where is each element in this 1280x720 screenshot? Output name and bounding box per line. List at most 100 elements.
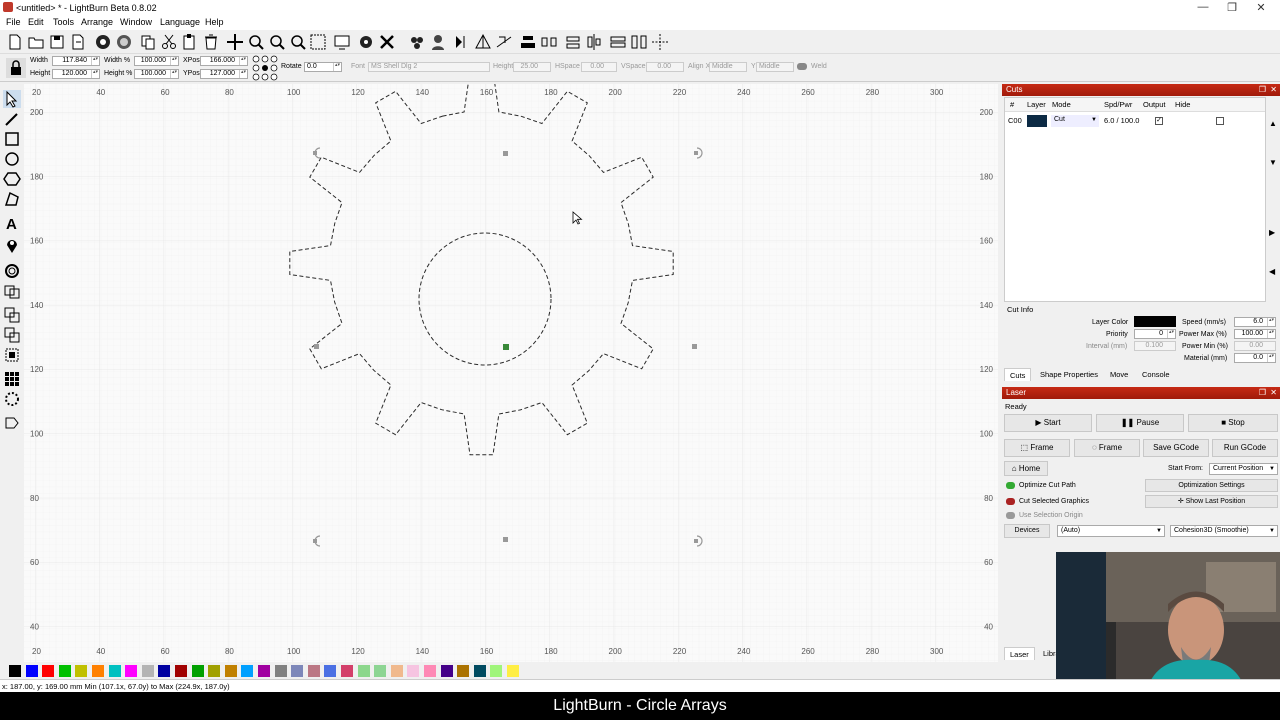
hide-checkbox[interactable] [1216,117,1224,125]
copy-icon[interactable] [139,33,157,51]
palette-swatch[interactable] [341,665,353,677]
frame-rect-button[interactable]: ⬚ Frame [1004,439,1070,457]
interval-input[interactable]: 0.100 [1134,341,1176,351]
line-tool-icon[interactable] [3,190,21,208]
group-icon[interactable] [408,33,426,51]
minimize-button[interactable]: — [1193,1,1213,13]
start-from-select[interactable]: Current Position ▼ [1209,463,1278,475]
palette-swatch[interactable] [291,665,304,677]
menu-file[interactable]: File [6,17,21,27]
home-button[interactable]: ⌂ Home [1004,461,1048,476]
menu-window[interactable]: Window [120,17,152,27]
stop-button[interactable]: ■ Stop [1188,414,1278,432]
palette-swatch[interactable] [241,665,254,677]
tab-console[interactable]: Console [1137,368,1175,381]
new-file-icon[interactable] [6,33,24,51]
select-arrow-icon[interactable] [3,90,21,108]
font-select[interactable]: MS Shell Dlg 2 [368,62,490,72]
material-input[interactable]: 0.0 ▴▾ [1234,353,1276,363]
float-icon[interactable]: ❐ [1259,387,1266,399]
palette-swatch[interactable] [258,665,270,677]
speed-input[interactable]: 6.0 ▴▾ [1234,317,1276,327]
export-icon[interactable] [115,33,133,51]
font-height-input[interactable]: 25.00 [513,62,551,72]
palette-swatch[interactable] [58,665,71,677]
tab-move[interactable]: Move [1105,368,1133,381]
offset-tool-icon[interactable] [3,262,21,280]
move-down-icon[interactable]: ▼ [1269,158,1277,167]
move-to-laser-icon[interactable] [651,33,669,51]
frame-circle-button[interactable]: ◌ Frame [1074,439,1140,457]
width-input[interactable]: 117.840 ▴▾ [52,56,100,66]
palette-swatch[interactable] [108,665,121,677]
paste-icon[interactable] [181,33,199,51]
cut-icon[interactable] [160,33,178,51]
anchor-point-selector-icon[interactable] [252,55,278,81]
width-pct-input[interactable]: 100.000 ▴▾ [134,56,179,66]
priority-input[interactable]: 0 ▴▾ [1134,329,1176,339]
tab-cuts[interactable]: Cuts [1004,368,1032,381]
power-max-input[interactable]: 100.00 ▴▾ [1234,329,1276,339]
save-gcode-button[interactable]: Save GCode [1143,439,1209,457]
expand-right-icon[interactable]: ▶ [1269,228,1275,237]
palette-swatch[interactable] [307,665,320,677]
height-input[interactable]: 120.000 ▴▾ [52,69,100,79]
boolean-subtract-icon[interactable] [3,306,21,324]
cut-layer-row[interactable]: C00 Cut ▼ 6.0 / 100.0 ✓ [1005,114,1265,128]
position-laser-icon[interactable] [3,236,21,254]
menu-tools[interactable]: Tools [53,17,74,27]
palette-swatch[interactable] [191,665,204,677]
text-tool-icon[interactable]: A [3,214,21,232]
show-last-position-button[interactable]: ✛ Show Last Position [1145,495,1278,508]
settings-gear-icon[interactable] [357,33,375,51]
delete-icon[interactable] [202,33,220,51]
mode-select[interactable]: Cut ▼ [1051,115,1099,127]
palette-swatch[interactable] [25,665,38,677]
palette-swatch[interactable] [457,665,470,677]
move-up-icon[interactable]: ▲ [1269,119,1277,128]
rectangle-tool-icon[interactable] [3,130,21,148]
vspace-input[interactable]: 0.00 [646,62,684,72]
polygon-tool-icon[interactable] [3,170,21,188]
float-icon[interactable]: ❐ [1259,84,1266,96]
open-folder-icon[interactable] [27,33,45,51]
palette-swatch[interactable] [125,665,138,677]
import-icon[interactable] [94,33,112,51]
palette-swatch[interactable] [390,665,403,677]
align-middle-icon[interactable] [564,33,582,51]
palette-swatch[interactable] [175,665,187,677]
menu-language[interactable]: Language [160,17,200,27]
palette-swatch[interactable] [92,665,104,677]
height-pct-input[interactable]: 100.000 ▴▾ [134,69,179,79]
distribute-horizontal-icon[interactable] [609,33,627,51]
center-handle[interactable] [503,344,509,350]
palette-swatch[interactable] [274,665,287,677]
optimization-settings-button[interactable]: Optimization Settings [1145,479,1278,492]
move-icon[interactable] [226,33,244,51]
align-y-select[interactable]: Middle [756,62,794,72]
optimize-toggle[interactable] [1006,482,1015,489]
tab-shape-properties[interactable]: Shape Properties [1035,368,1103,381]
run-gcode-button[interactable]: Run GCode [1212,439,1278,457]
handle-left[interactable] [314,344,319,349]
palette-swatch[interactable] [141,665,154,677]
save-icon[interactable] [48,33,66,51]
ypos-input[interactable]: 127.000 ▴▾ [200,69,248,79]
palette-swatch[interactable] [208,665,221,677]
palette-swatch[interactable] [158,665,171,677]
hspace-input[interactable]: 0.00 [581,62,617,72]
maximize-button[interactable]: ❐ [1222,1,1242,14]
frame-preview-icon[interactable] [333,33,351,51]
palette-swatch[interactable] [374,665,387,677]
palette-swatch[interactable] [473,665,486,677]
palette-swatch[interactable] [9,665,21,677]
palette-swatch[interactable] [357,665,370,677]
flip-vertical-icon[interactable] [474,33,492,51]
menu-edit[interactable]: Edit [28,17,44,27]
palette-swatch[interactable] [490,665,503,677]
tools-icon[interactable] [378,33,396,51]
handle-top[interactable] [503,151,508,156]
canvas-svg[interactable]: 20 40 60 80 100 120 140 160 180 200 220 240 260 280 30… [24,84,998,662]
palette-swatch[interactable] [324,665,337,677]
palette-swatch[interactable] [407,665,420,677]
